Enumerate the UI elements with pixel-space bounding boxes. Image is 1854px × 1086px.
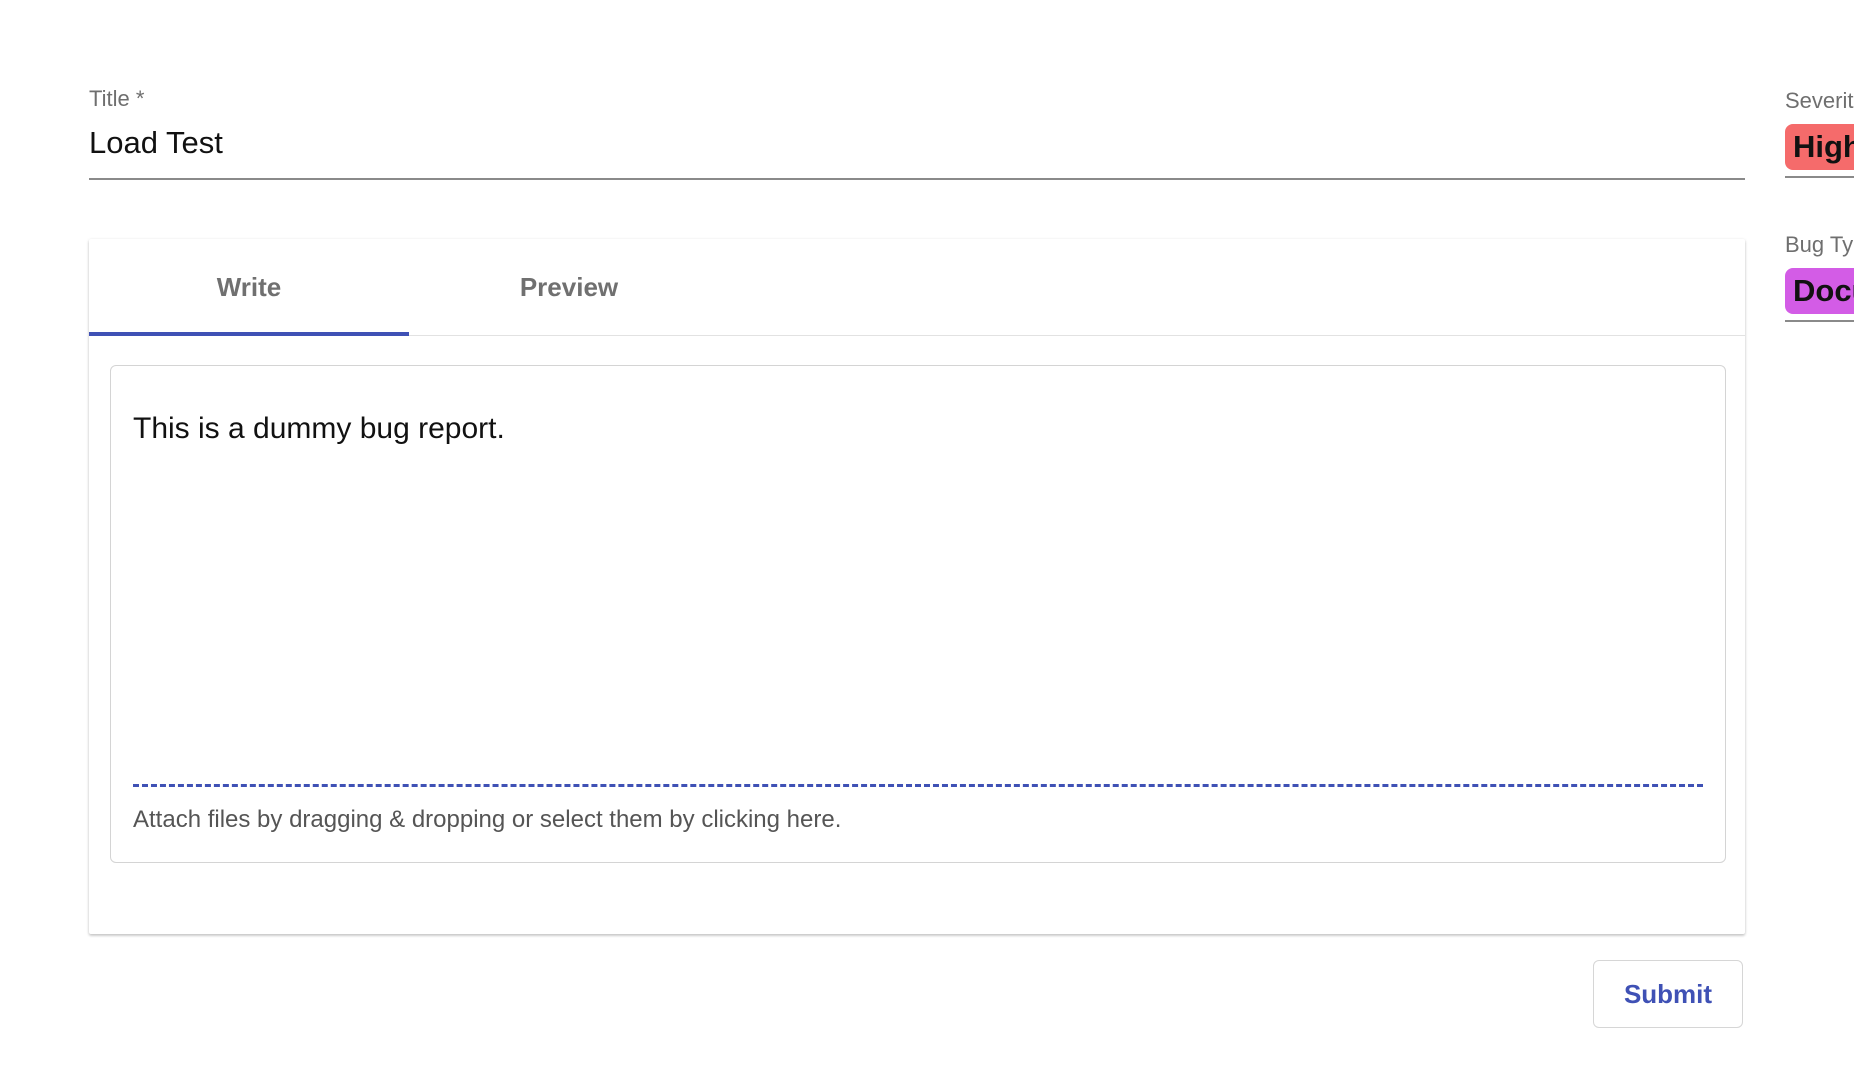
bug-type-chip: Docu (1785, 268, 1854, 314)
title-field[interactable]: Title * Load Test (89, 86, 1745, 180)
title-input[interactable]: Load Test (89, 124, 223, 161)
description-text: This is a dummy bug report. (133, 412, 505, 445)
severity-chip: High (1785, 124, 1854, 170)
description-textarea[interactable]: This is a dummy bug report. Attach files… (110, 365, 1726, 863)
tab-write[interactable]: Write (89, 239, 409, 335)
file-dropzone[interactable]: Attach files by dragging & dropping or s… (133, 806, 841, 834)
severity-field[interactable]: Severit High (1785, 88, 1854, 178)
bug-type-label: Bug Ty (1785, 232, 1854, 257)
editor-card: Write Preview This is a dummy bug report… (89, 239, 1745, 934)
bug-type-field[interactable]: Bug Ty Docu (1785, 232, 1854, 322)
tab-preview[interactable]: Preview (409, 239, 729, 335)
active-tab-indicator (89, 332, 409, 336)
severity-select[interactable]: High (1785, 124, 1854, 178)
severity-label: Severit (1785, 88, 1854, 113)
dropzone-divider (133, 784, 1703, 787)
title-label: Title * (89, 86, 145, 111)
editor-tabbar: Write Preview (89, 239, 1745, 336)
bug-type-select[interactable]: Docu (1785, 268, 1854, 322)
submit-button[interactable]: Submit (1593, 960, 1743, 1028)
